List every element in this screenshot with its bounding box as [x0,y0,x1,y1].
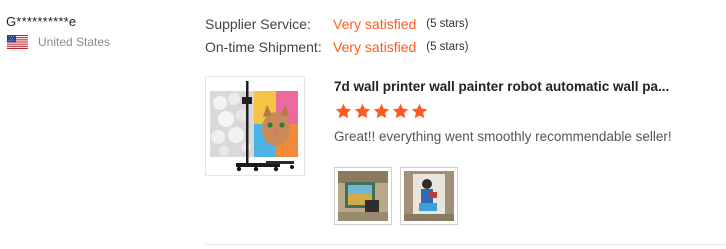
review-photos [334,167,466,225]
reviewer-name: G**********e [6,14,77,29]
review-photo[interactable] [334,167,392,225]
product-image [206,77,304,175]
reviewer-info: G**********e United States [6,14,186,49]
product-thumbnail[interactable] [205,76,305,176]
rating-value: Very satisfied [333,39,417,55]
us-flag-icon [7,35,28,49]
reviewer-country: United States [6,35,186,49]
photo-image [401,168,457,224]
rating-row-on-time-shipment: On-time Shipment: Very satisfied (5 star… [205,39,468,55]
country-name: United States [38,35,111,49]
seller-ratings: Supplier Service: Very satisfied (5 star… [205,16,468,62]
star-rating [334,102,714,122]
divider [205,244,726,245]
star-icon [373,103,390,119]
rating-row-supplier-service: Supplier Service: Very satisfied (5 star… [205,16,468,32]
star-icon [335,103,352,119]
star-icon [411,103,428,119]
review-text: Great!! everything went smoothly recomme… [334,129,672,144]
product-title[interactable]: 7d wall printer wall painter robot autom… [334,78,714,96]
rating-value: Very satisfied [333,16,417,32]
review-photo[interactable] [400,167,458,225]
review-body: 7d wall printer wall painter robot autom… [334,78,714,146]
rating-stars-text: (5 stars) [426,18,469,30]
rating-label: Supplier Service: [205,16,311,32]
rating-stars-text: (5 stars) [426,41,469,53]
photo-image [335,168,391,224]
star-icon [392,103,409,119]
star-icon [354,103,371,119]
rating-label: On-time Shipment: [205,39,322,55]
